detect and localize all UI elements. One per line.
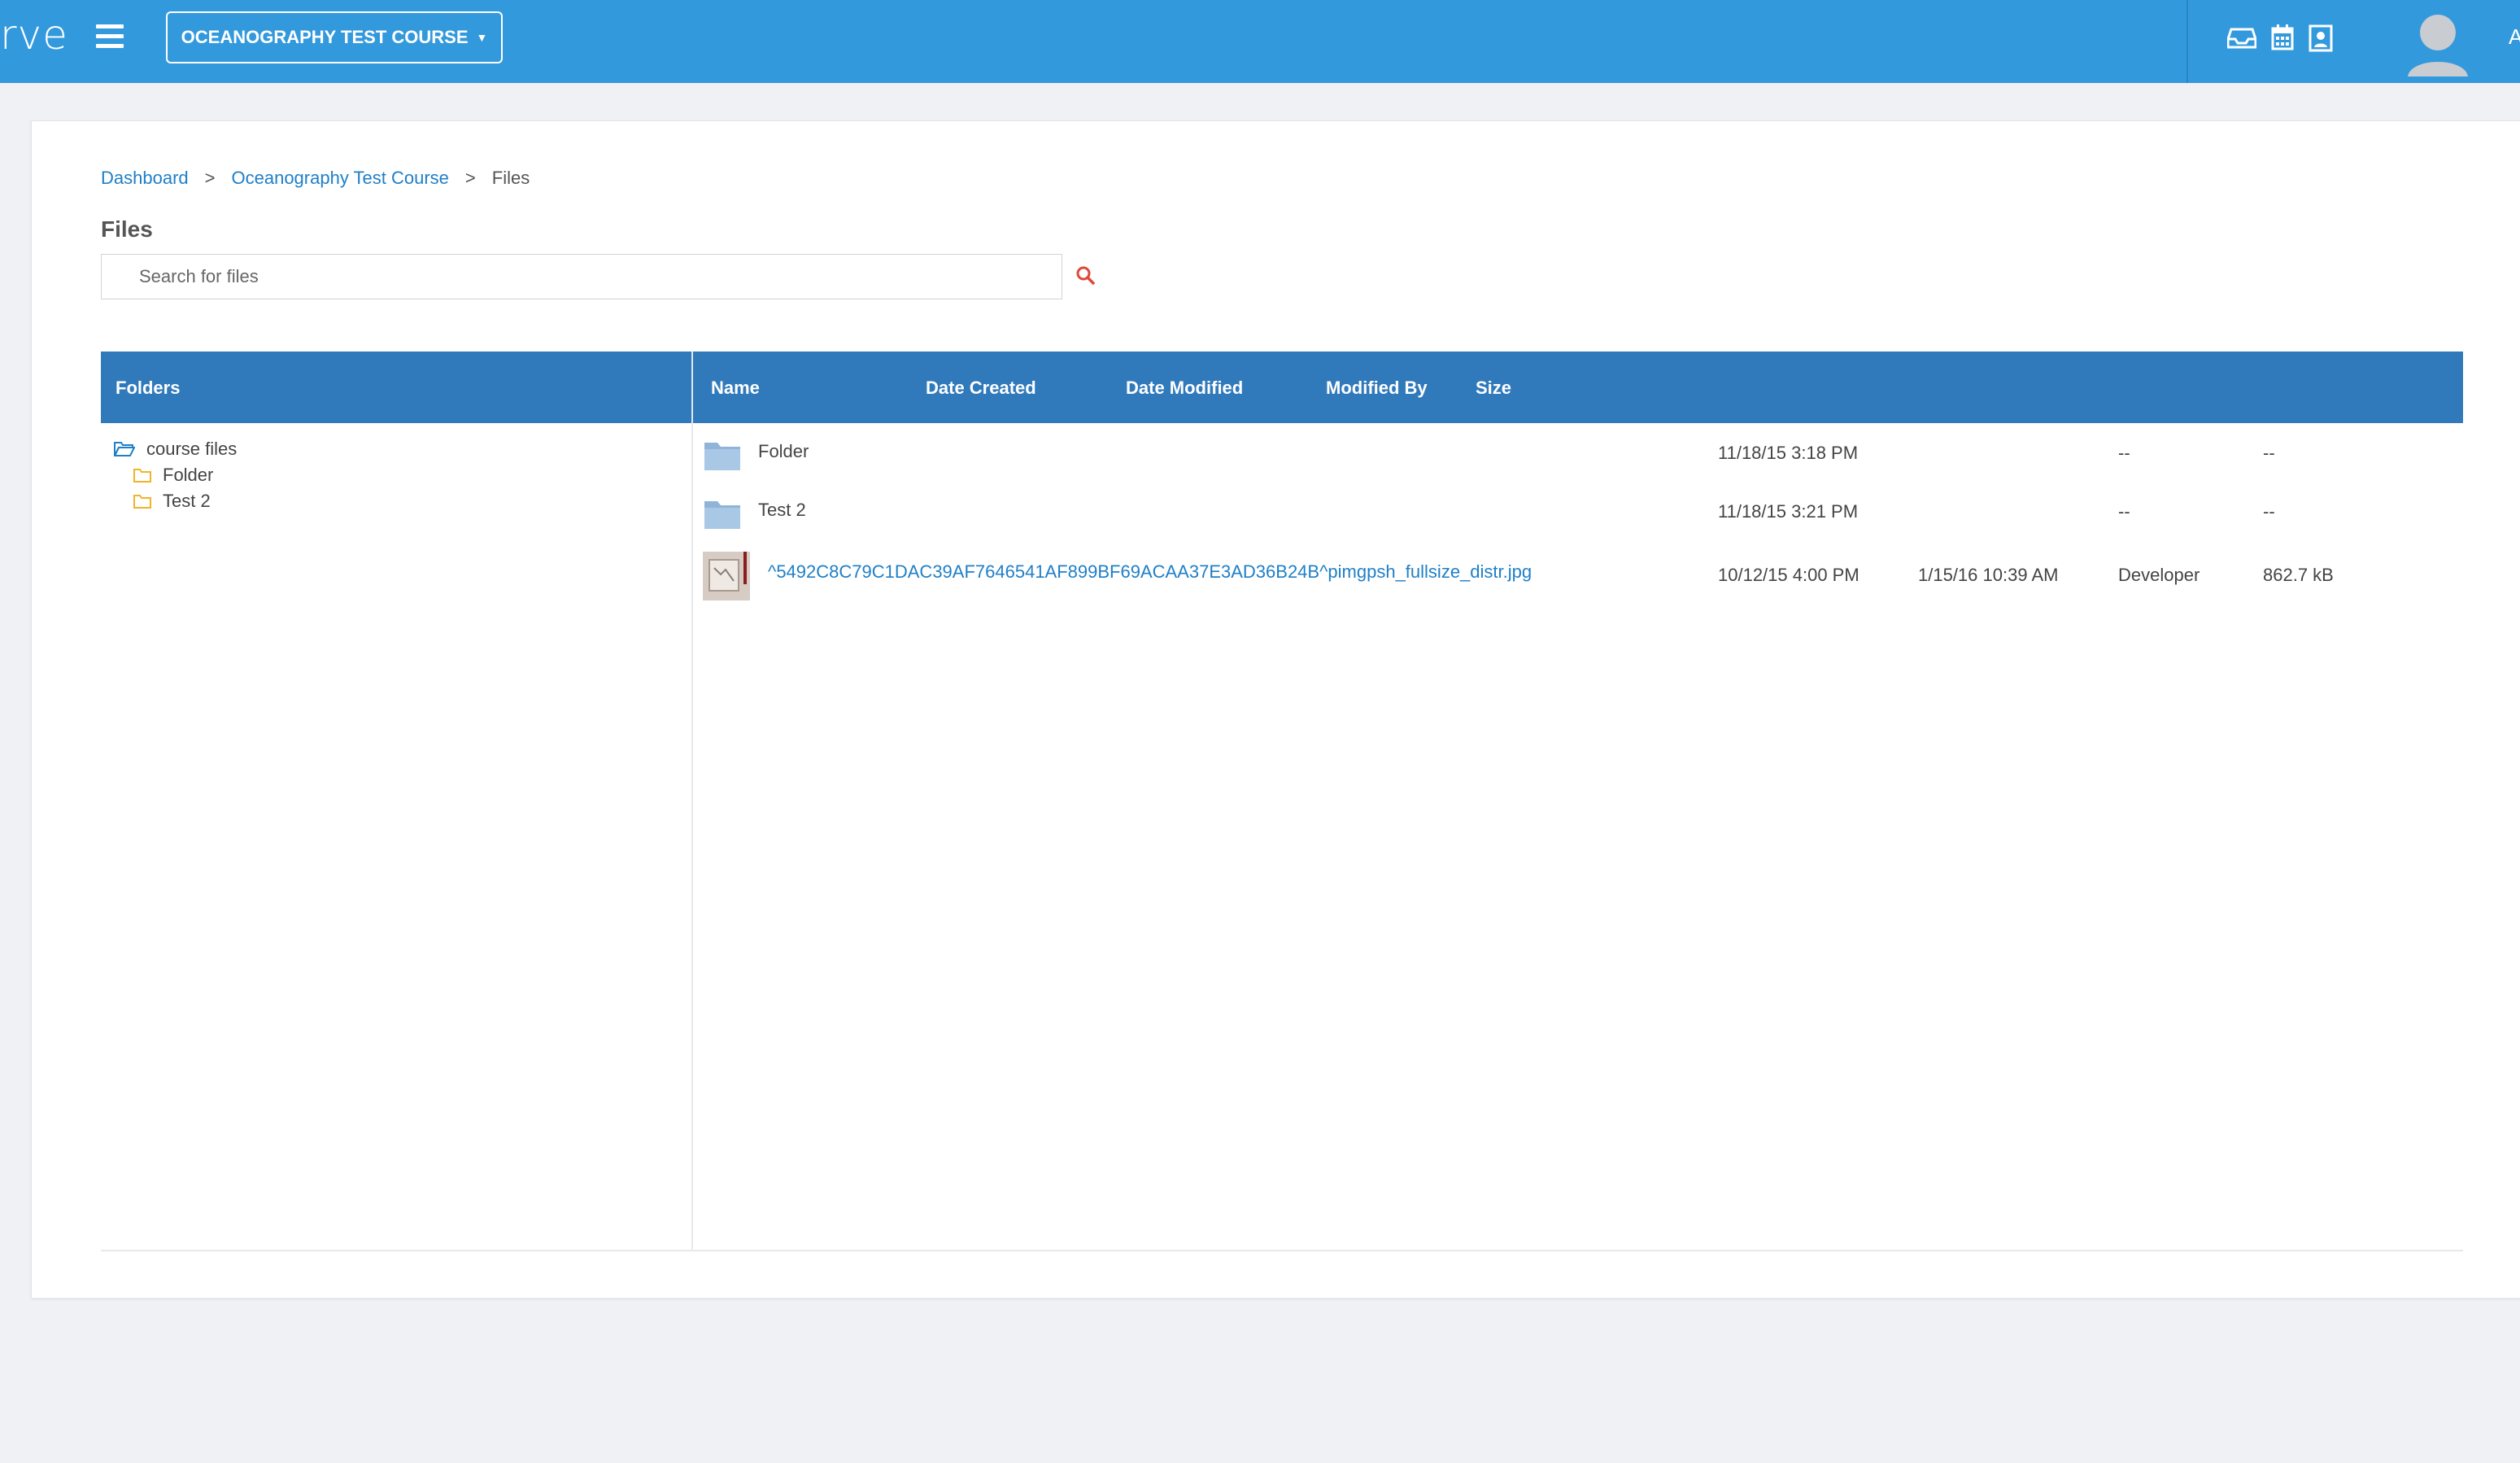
- calendar-icon[interactable]: [2271, 24, 2294, 55]
- page-title: Files: [101, 216, 153, 242]
- tree-item-label: Folder: [163, 465, 214, 485]
- menu-icon[interactable]: [96, 24, 124, 49]
- files-table-header: Folders Name Date Created Date Modified …: [101, 352, 2463, 423]
- date-created: 11/18/15 3:21 PM: [1718, 501, 1859, 522]
- name-column-header[interactable]: Name: [711, 378, 760, 399]
- breadcrumb-separator: >: [204, 168, 216, 188]
- folder-icon: [133, 469, 151, 483]
- course-selector-button[interactable]: OCEANOGRAPHY TEST COURSE ▼: [166, 11, 503, 63]
- folder-icon: [704, 501, 740, 529]
- table-bottom-border: [101, 1250, 2463, 1251]
- folder-icon: [133, 495, 151, 509]
- breadcrumb-separator: >: [464, 168, 476, 188]
- tree-item-label: course files: [146, 439, 238, 459]
- folders-column-header: Folders: [116, 378, 181, 398]
- size-column-header[interactable]: Size: [1476, 378, 1511, 399]
- folder-tree: course files Folder Test 2: [114, 436, 237, 514]
- user-avatar-icon[interactable]: [2401, 7, 2474, 76]
- modified-by: Developer: [2118, 565, 2200, 585]
- date-modified-column-header[interactable]: Date Modified: [1126, 378, 1243, 399]
- course-selector-label: OCEANOGRAPHY TEST COURSE: [181, 27, 469, 47]
- file-name-link[interactable]: ^5492C8C79C1DAC39AF7646541AF899BF69ACAA3…: [768, 561, 1532, 583]
- app-logo[interactable]: rve: [0, 11, 68, 59]
- tree-item-label: Test 2: [163, 491, 211, 511]
- date-created-column-header[interactable]: Date Created: [926, 378, 1036, 399]
- inbox-icon[interactable]: [2226, 24, 2257, 56]
- file-size: --: [2263, 443, 2275, 463]
- folder-open-icon: [114, 442, 135, 456]
- file-row-image[interactable]: ^5492C8C79C1DAC39AF7646541AF899BF69ACAA3…: [703, 550, 2460, 600]
- search-input[interactable]: [101, 254, 1062, 299]
- file-row-test-2[interactable]: Test 2 11/18/15 3:21 PM -- --: [703, 495, 2460, 544]
- column-divider: [691, 352, 693, 1251]
- file-name[interactable]: Folder: [758, 441, 809, 462]
- breadcrumb: Dashboard > Oceanography Test Course > Files: [101, 168, 530, 189]
- breadcrumb-course[interactable]: Oceanography Test Course: [232, 168, 449, 188]
- image-thumbnail-icon: [703, 552, 750, 600]
- file-size: 862.7 kB: [2263, 565, 2334, 585]
- modified-by: --: [2118, 501, 2130, 522]
- topbar-divider: [2186, 0, 2188, 83]
- breadcrumb-dashboard[interactable]: Dashboard: [101, 168, 189, 188]
- file-name[interactable]: Test 2: [758, 500, 806, 521]
- date-created: 11/18/15 3:18 PM: [1718, 443, 1859, 463]
- date-created: 10/12/15 4:00 PM: [1718, 565, 1859, 585]
- modified-by: --: [2118, 443, 2130, 463]
- tree-item-test-2[interactable]: Test 2: [114, 488, 237, 514]
- top-bar: rve OCEANOGRAPHY TEST COURSE ▼ A: [0, 0, 2520, 83]
- search-icon[interactable]: [1075, 265, 1095, 289]
- tree-item-folder[interactable]: Folder: [114, 462, 237, 488]
- file-size: --: [2263, 501, 2275, 522]
- folder-icon: [704, 443, 740, 470]
- date-modified: 1/15/16 10:39 AM: [1918, 565, 2059, 585]
- breadcrumb-current: Files: [491, 168, 530, 188]
- tree-item-course-files[interactable]: course files: [114, 436, 237, 462]
- user-name-initial[interactable]: A: [2509, 24, 2520, 50]
- gradebook-icon[interactable]: [2309, 24, 2333, 56]
- file-row-folder[interactable]: Folder 11/18/15 3:18 PM -- --: [703, 436, 2460, 485]
- modified-by-column-header[interactable]: Modified By: [1326, 378, 1428, 399]
- chevron-down-icon: ▼: [476, 31, 488, 44]
